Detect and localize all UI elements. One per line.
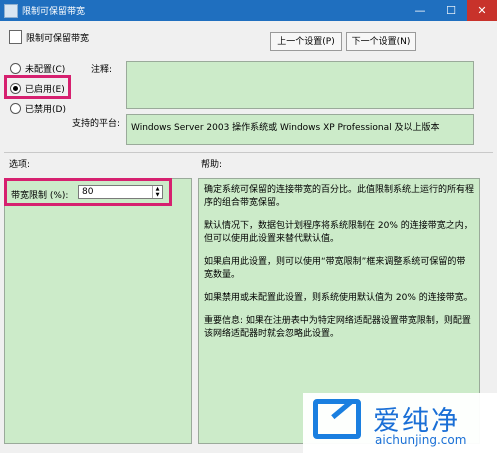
watermark: 爱纯净 aichunjing.com	[303, 393, 497, 453]
help-paragraph: 确定系统可保留的连接带宽的百分比。此值限制系统上运行的所有程序的组合带宽保留。	[204, 185, 475, 208]
watermark-url: aichunjing.com	[375, 433, 467, 447]
options-label: 选项:	[9, 160, 31, 170]
radio-not-configured[interactable]: 未配置(C)	[10, 62, 65, 75]
highlight-box-bandwidth	[4, 178, 172, 206]
policy-icon	[4, 4, 18, 18]
radio-label: 已禁用(D)	[25, 105, 66, 115]
minimize-button[interactable]: —	[405, 0, 435, 21]
maximize-button[interactable]: ☐	[436, 0, 466, 21]
window-title: 限制可保留带宽	[22, 7, 86, 17]
divider	[4, 152, 493, 153]
comment-textarea[interactable]	[126, 61, 474, 109]
help-paragraph: 重要信息: 如果在注册表中为特定网络适配器设置带宽限制，则配置该网络适配器时就会…	[204, 316, 471, 339]
close-button[interactable]: ✕	[467, 0, 497, 21]
radio-circle-icon	[10, 63, 21, 74]
options-panel	[4, 178, 192, 444]
prev-setting-button[interactable]: 上一个设置(P)	[270, 32, 342, 51]
watermark-logo-icon	[313, 399, 361, 439]
policy-setting-icon	[9, 30, 22, 44]
platform-box: Windows Server 2003 操作系统或 Windows XP Pro…	[126, 114, 474, 145]
radio-label: 未配置(C)	[25, 65, 66, 75]
next-setting-button[interactable]: 下一个设置(N)	[346, 32, 416, 51]
help-paragraph: 默认情况下，数据包计划程序将系统限制在 20% 的连接带宽之内，但可以使用此设置…	[204, 221, 473, 244]
radio-circle-icon	[10, 103, 21, 114]
help-paragraph: 如果启用此设置，则可以使用“带宽限制”框来调整系统可保留的带宽数量。	[204, 257, 466, 280]
comment-label: 注释:	[91, 65, 113, 75]
help-label: 帮助:	[201, 160, 223, 170]
highlight-box-enabled	[4, 75, 71, 99]
radio-disabled[interactable]: 已禁用(D)	[10, 102, 66, 115]
help-paragraph: 如果禁用或未配置此设置，则系统使用默认值为 20% 的连接带宽。	[204, 293, 473, 303]
title-bar: 限制可保留带宽 — ☐ ✕	[0, 0, 497, 21]
platform-label: 支持的平台:	[72, 119, 121, 129]
setting-title: 限制可保留带宽	[26, 34, 90, 44]
